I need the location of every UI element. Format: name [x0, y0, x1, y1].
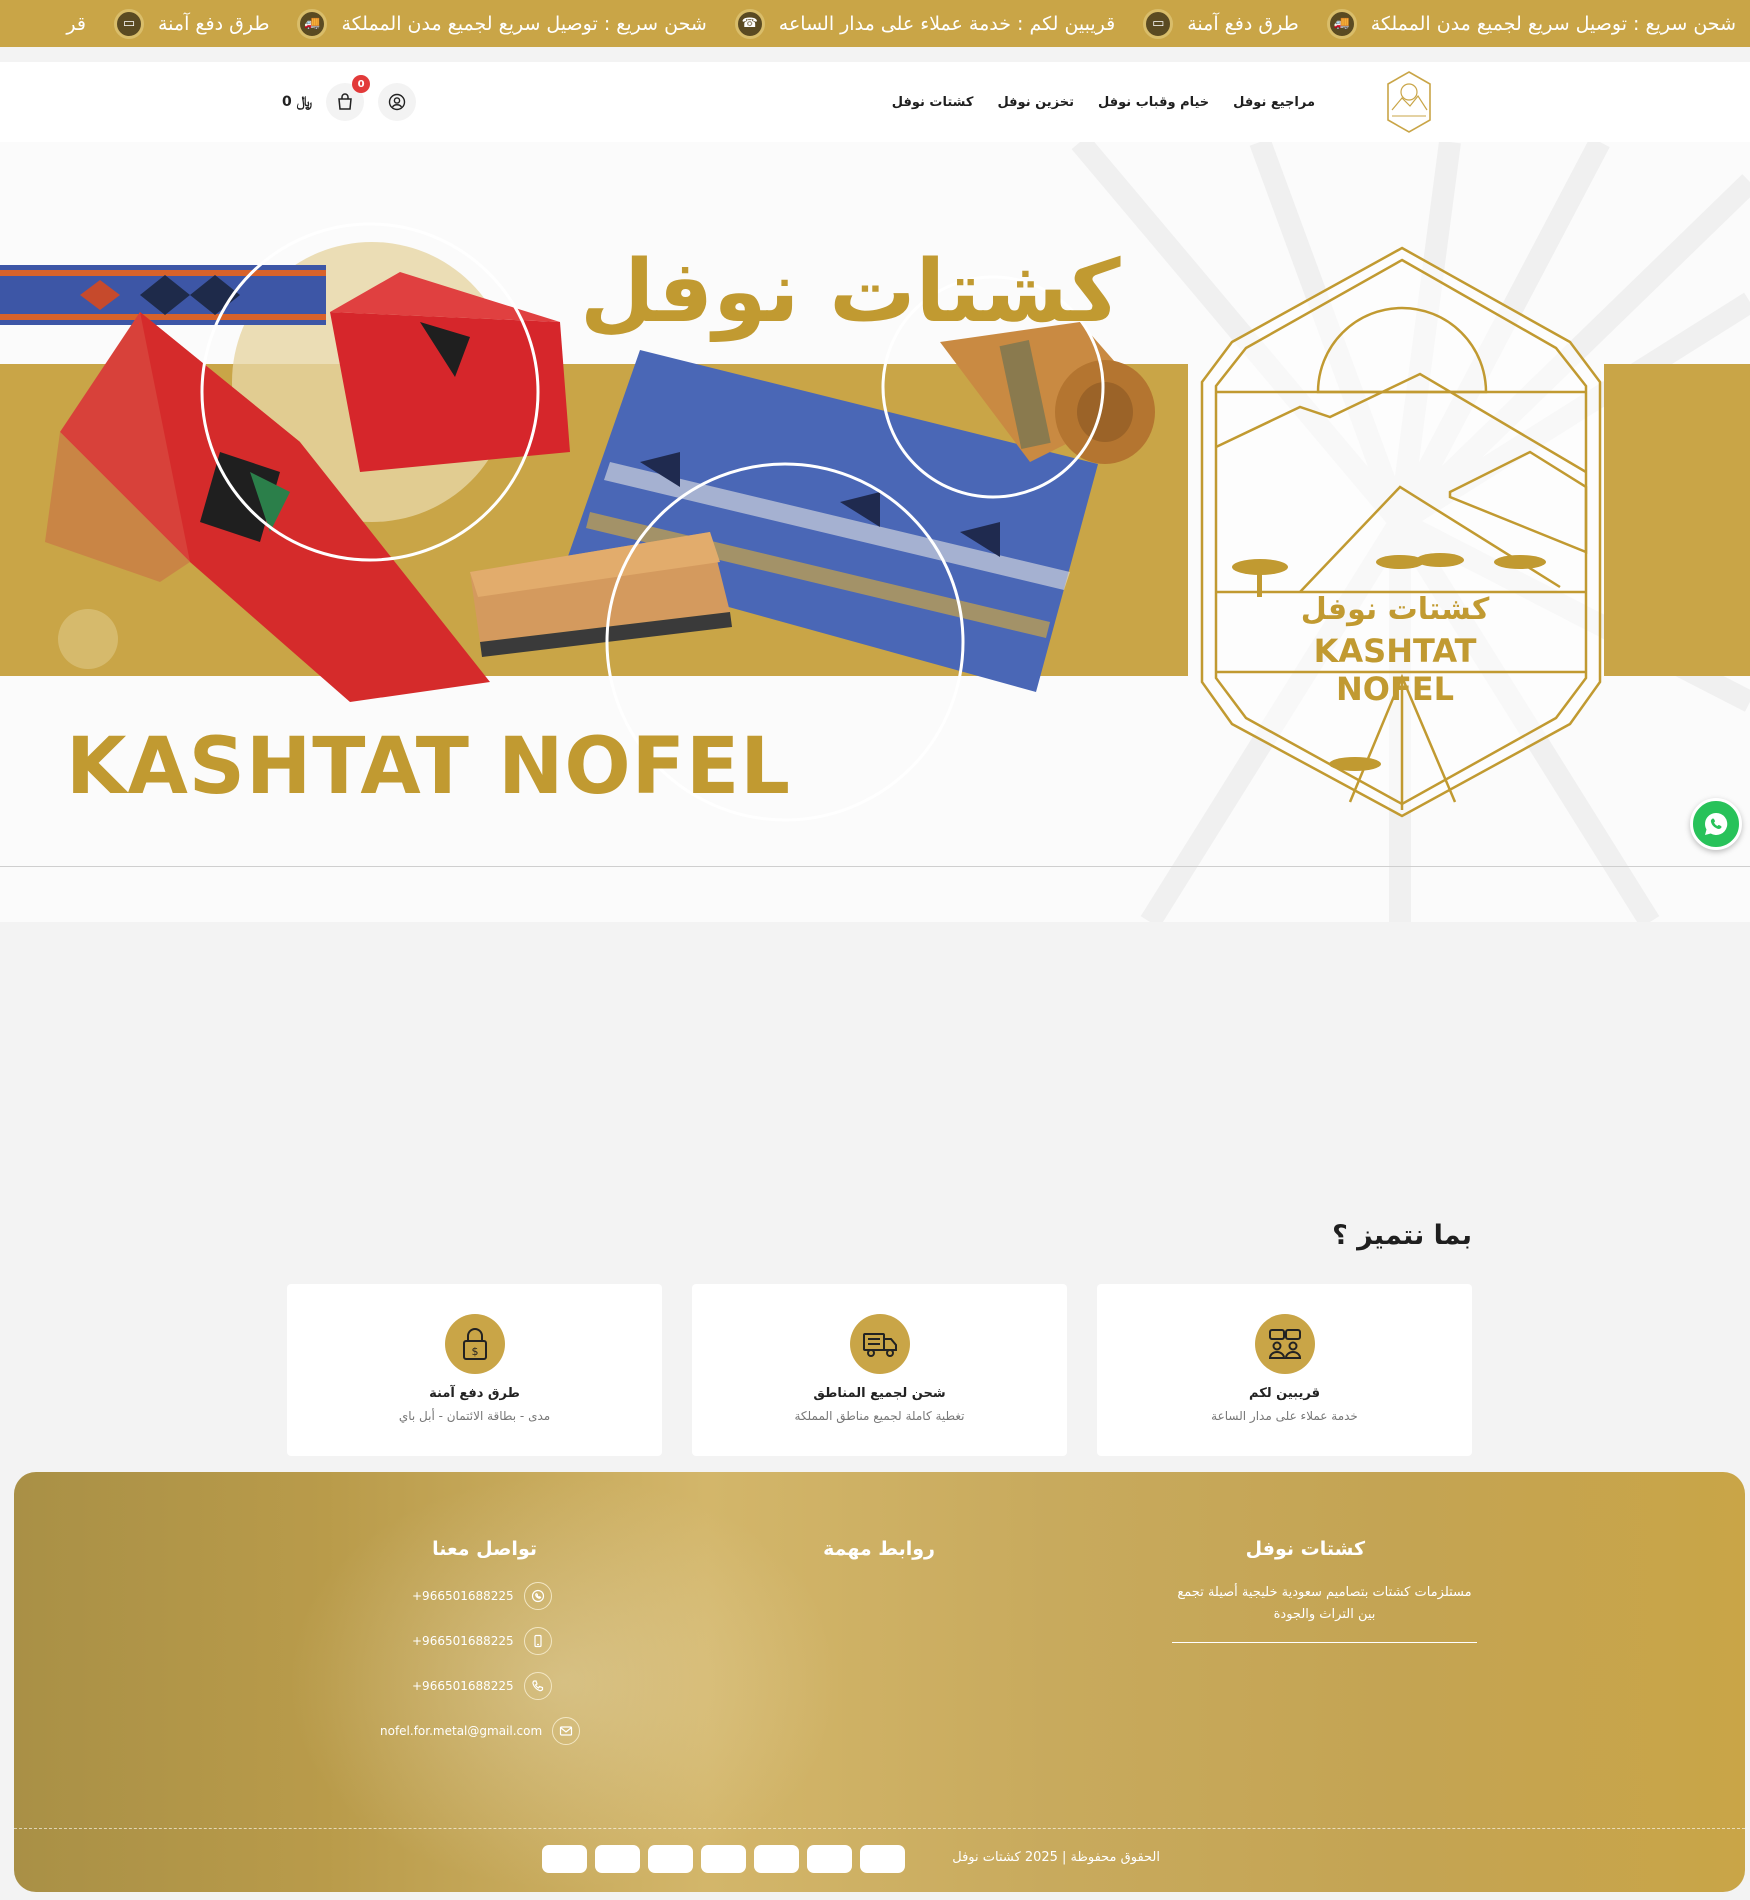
footer-about-title: كشتات نوفل: [1245, 1538, 1365, 1560]
ticker-item: شحن سريع : توصيل سريع لجميع مدن المملكة …: [1313, 8, 1750, 39]
footer-contact-title: تواصل معنا: [432, 1538, 537, 1560]
truck-icon: 🚚: [1326, 8, 1357, 39]
blue-strap-product: [0, 265, 326, 325]
site-footer: كشتات نوفل مستلزمات كشتات بتصاميم سعودية…: [14, 1472, 1745, 1892]
mail-icon: [552, 1717, 581, 1745]
bag-icon: [338, 93, 352, 110]
gold-band-right: [1604, 364, 1750, 676]
account-button[interactable]: [378, 83, 417, 121]
contact-whatsapp[interactable]: +966501688225: [412, 1582, 552, 1610]
whatsapp-floating-button[interactable]: [1690, 798, 1742, 850]
payment-method-badge: [754, 1845, 799, 1873]
footer-background-haze: [284, 1472, 844, 1892]
ticker-text: طرق دفع آمنة: [158, 12, 270, 35]
payment-method-badge: [648, 1845, 693, 1873]
truck-icon: [849, 1314, 910, 1374]
nav-link-storage[interactable]: تخزين نوفل: [997, 95, 1074, 110]
payment-method-badge: [860, 1845, 905, 1873]
contact-phone[interactable]: +966501688225: [412, 1672, 552, 1700]
emblem-text-arabic: كشتات نوفل: [1300, 592, 1490, 627]
ticker-track: شحن سريع : توصيل سريع لجميع مدن المملكة …: [52, 0, 1750, 47]
nav-link-tents[interactable]: خيام وقباب نوفل: [1098, 95, 1209, 110]
support-icon: [1254, 1314, 1315, 1374]
hero-divider: [0, 866, 1750, 867]
nav-link-kashtat[interactable]: كشتات نوفل: [892, 95, 974, 110]
features-heading: بما نتميز ؟: [1332, 1220, 1472, 1251]
brand-logo[interactable]: [1384, 70, 1434, 134]
ticker-item: قر: [52, 13, 100, 35]
ticker-item: طرق دفع آمنة ▭: [100, 8, 283, 39]
announcement-ticker: شحن سريع : توصيل سريع لجميع مدن المملكة …: [0, 0, 1750, 47]
feature-title: قريبين لكم: [1249, 1386, 1320, 1401]
cart-total: 0 ﷼: [282, 94, 313, 110]
header-actions: 0 ﷼ 0: [282, 75, 417, 122]
hero-title-english: KASHTAT NOFEL: [66, 722, 791, 812]
contact-mobile[interactable]: +966501688225: [412, 1627, 552, 1655]
brand-emblem: [1200, 246, 1602, 818]
feature-description: مدى - بطاقة الائتمان - أبل باي: [398, 1409, 551, 1423]
copyright-text: الحقوق محفوظة | 2025 كشتات نوفل: [952, 1850, 1160, 1865]
contact-value: +966501688225: [412, 1634, 514, 1648]
ticker-text: قر: [66, 12, 86, 35]
site-header: مراجيع نوفل خيام وقباب نوفل تخزين نوفل ك…: [0, 62, 1750, 142]
ticker-text: شحن سريع : توصيل سريع لجميع مدن المملكة: [341, 12, 707, 35]
truck-icon: 🚚: [297, 8, 328, 39]
features-list: قريبين لكم خدمة عملاء على مدار الساعة شح…: [287, 1284, 1472, 1456]
svg-text:$: $: [471, 1345, 478, 1358]
emblem-text-english: KASHTAT NOFEL: [1313, 632, 1477, 708]
footer-about-divider: [1172, 1642, 1477, 1643]
payment-methods: [542, 1845, 905, 1873]
footer-links-title: روابط مهمة: [823, 1538, 935, 1560]
card-icon: ▭: [1143, 8, 1174, 39]
ticker-item: شحن سريع : توصيل سريع لجميع مدن المملكة …: [283, 8, 720, 39]
whatsapp-icon: [523, 1582, 552, 1610]
footer-about-text: مستلزمات كشتات بتصاميم سعودية خليجية أصي…: [1177, 1585, 1472, 1623]
main-nav: مراجيع نوفل خيام وقباب نوفل تخزين نوفل ك…: [892, 62, 1315, 142]
payment-method-badge: [542, 1845, 587, 1873]
contact-value: +966501688225: [412, 1679, 514, 1693]
hero-banner[interactable]: كشتات نوفل KASHTAT NOFEL كشتات نوفل KASH…: [0, 142, 1750, 922]
ticker-item: قريبين لكم : خدمة عملاء على مدار الساعه …: [721, 8, 1129, 39]
payment-method-badge: [595, 1845, 640, 1873]
payment-method-badge: [807, 1845, 852, 1873]
contact-value: nofel.for.metal@gmail.com: [380, 1724, 543, 1738]
feature-description: خدمة عملاء على مدار الساعة: [1211, 1409, 1358, 1423]
feature-card: قريبين لكم خدمة عملاء على مدار الساعة: [1097, 1284, 1472, 1456]
cart-count-badge: 0: [352, 75, 371, 93]
lock-icon: $: [444, 1314, 505, 1374]
ticker-text: قريبين لكم : خدمة عملاء على مدار الساعه: [778, 12, 1116, 35]
cart-button[interactable]: 0: [326, 75, 371, 121]
support-icon: ☎: [734, 8, 765, 39]
payment-method-badge: [701, 1845, 746, 1873]
card-icon: ▭: [114, 8, 144, 39]
feature-title: طرق دفع آمنة: [429, 1386, 520, 1401]
feature-card: $ طرق دفع آمنة مدى - بطاقة الائتمان - أب…: [287, 1284, 662, 1456]
phone-icon: [523, 1672, 552, 1700]
ticker-item: طرق دفع آمنة ▭: [1129, 8, 1312, 39]
mobile-icon: [523, 1627, 552, 1655]
user-icon: [388, 93, 406, 111]
feature-title: شحن لجميع المناطق: [813, 1386, 946, 1401]
whatsapp-icon: [1705, 812, 1728, 835]
ticker-text: طرق دفع آمنة: [1187, 12, 1299, 35]
contact-value: +966501688225: [412, 1589, 514, 1603]
footer-separator: [14, 1828, 1745, 1829]
nav-link-reclining-chairs[interactable]: مراجيع نوفل: [1233, 95, 1315, 110]
feature-card: شحن لجميع المناطق تغطية كاملة لجميع مناط…: [692, 1284, 1067, 1456]
hero-title-arabic: كشتات نوفل: [580, 242, 1121, 342]
feature-description: تغطية كاملة لجميع مناطق المملكة: [794, 1409, 965, 1423]
contact-email[interactable]: nofel.for.metal@gmail.com: [380, 1717, 581, 1745]
ticker-text: شحن سريع : توصيل سريع لجميع مدن المملكة: [1370, 12, 1736, 35]
